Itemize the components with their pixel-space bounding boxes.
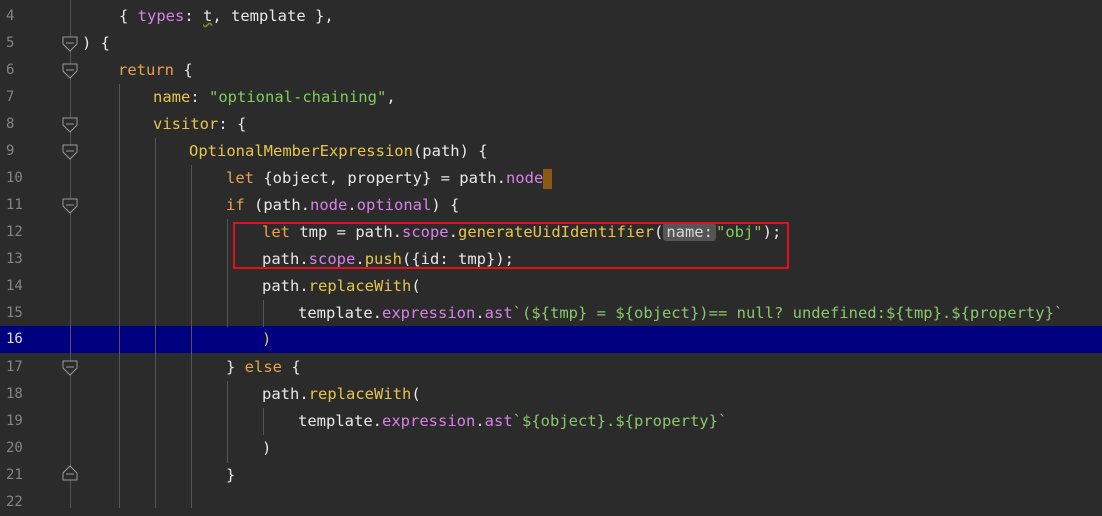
code-line-9[interactable]: 9 OptionalMemberExpression(path) { xyxy=(0,138,1102,165)
code-line-7[interactable]: 7 name: "optional-chaining", xyxy=(0,84,1102,111)
line-number: 4 xyxy=(6,8,15,24)
code-text: OptionalMemberExpression(path) { xyxy=(189,142,488,160)
text-cursor xyxy=(543,168,553,189)
line-number: 8 xyxy=(6,116,15,132)
indent-guide xyxy=(191,165,192,508)
line-number: 9 xyxy=(6,143,15,159)
code-line-8[interactable]: 8 visitor: { xyxy=(0,111,1102,138)
line-number: 16 xyxy=(6,331,23,347)
line-number: 10 xyxy=(6,170,23,186)
code-text: path.replaceWith( xyxy=(262,277,421,295)
code-text: visitor: { xyxy=(153,115,247,133)
indent-guide xyxy=(263,408,264,435)
line-number: 15 xyxy=(6,305,23,321)
line-number: 12 xyxy=(6,224,23,240)
line-number: 20 xyxy=(6,440,23,456)
code-line-6[interactable]: 6 return { xyxy=(0,57,1102,84)
indent-guide xyxy=(155,138,156,508)
line-number: 22 xyxy=(6,494,23,510)
code-text: path.replaceWith( xyxy=(262,385,421,403)
line-number: 17 xyxy=(6,359,23,375)
code-text: template.expression.ast`(${tmp} = ${obje… xyxy=(298,304,1064,322)
fold-arrow-icon[interactable] xyxy=(62,63,78,79)
code-line-19[interactable]: 19 template.expression.ast`${object}.${p… xyxy=(0,408,1102,435)
indent-guide xyxy=(227,381,228,463)
fold-arrow-icon[interactable] xyxy=(62,360,78,376)
code-text: ) xyxy=(262,439,272,457)
line-number: 13 xyxy=(6,251,23,267)
fold-arrow-icon[interactable] xyxy=(62,144,78,160)
line-number: 21 xyxy=(6,467,23,483)
line-number: 7 xyxy=(6,89,15,105)
code-line-17[interactable]: 17 } else { xyxy=(0,354,1102,381)
code-line-16-current[interactable]: 16 ) xyxy=(0,326,1102,353)
highlight-box xyxy=(233,222,789,269)
code-line-22[interactable]: 22 xyxy=(0,489,1102,516)
line-number: 11 xyxy=(6,197,23,213)
line-number: 18 xyxy=(6,386,23,402)
code-line-18[interactable]: 18 path.replaceWith( xyxy=(0,381,1102,408)
code-text: ) xyxy=(262,330,272,348)
indent-guide xyxy=(227,219,228,327)
code-text: return { xyxy=(118,61,193,79)
code-line-15[interactable]: 15 template.expression.ast`(${tmp} = ${o… xyxy=(0,300,1102,327)
fold-arrow-icon[interactable] xyxy=(62,117,78,133)
code-line-21[interactable]: 21 } xyxy=(0,462,1102,489)
code-line-20[interactable]: 20 ) xyxy=(0,435,1102,462)
code-text: if (path.node.optional) { xyxy=(226,196,460,214)
code-text: let {object, property} = path.node xyxy=(226,165,553,192)
fold-end-icon[interactable] xyxy=(62,465,78,481)
code-line-10[interactable]: 10 let {object, property} = path.node xyxy=(0,165,1102,192)
code-text: } xyxy=(226,466,236,484)
code-line-14[interactable]: 14 path.replaceWith( xyxy=(0,273,1102,300)
line-number: 14 xyxy=(6,278,23,294)
code-text: ) { xyxy=(82,34,110,52)
code-text: template.expression.ast`${object}.${prop… xyxy=(298,412,728,430)
code-line-4[interactable]: 4 { types: t, template }, xyxy=(0,3,1102,30)
code-text: name: "optional-chaining", xyxy=(153,88,396,106)
indent-guide xyxy=(119,84,120,508)
code-line-11[interactable]: 11 if (path.node.optional) { xyxy=(0,192,1102,219)
code-line-5[interactable]: 5 ) { xyxy=(0,30,1102,57)
code-text: { types: t, template }, xyxy=(119,7,334,25)
fold-arrow-icon[interactable] xyxy=(62,36,78,52)
line-number: 5 xyxy=(6,35,15,51)
fold-arrow-icon[interactable] xyxy=(62,198,78,214)
indent-guide xyxy=(263,300,264,327)
line-number: 19 xyxy=(6,413,23,429)
code-text: } else { xyxy=(226,358,301,376)
line-number: 6 xyxy=(6,62,15,78)
